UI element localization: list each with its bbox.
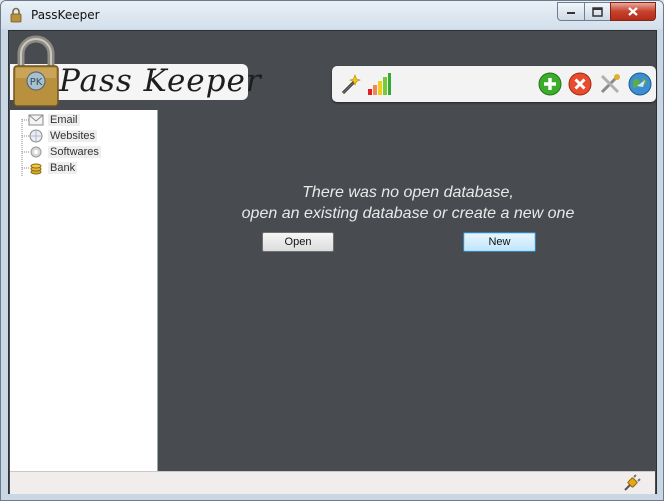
minimize-button[interactable] [557,2,585,21]
maximize-button[interactable] [584,2,611,21]
minimize-icon [567,11,575,14]
maximize-icon [592,6,603,17]
padlock-icon [10,7,22,23]
message-line-1: There was no open database, [302,184,514,201]
tree-item-label: Bank [48,162,78,174]
close-button[interactable] [610,2,656,21]
magic-wand-icon[interactable] [338,72,362,96]
svg-text:PK: PK [30,77,43,88]
close-icon [628,7,638,16]
category-tree[interactable]: Email Websites Softwares Bank [10,110,158,471]
padlock-icon: PK [13,35,59,107]
delete-icon[interactable] [568,72,592,96]
tree-item-softwares[interactable]: Softwares [28,144,101,160]
bank-icon [30,163,42,175]
title-bar[interactable]: PassKeeper [1,1,663,29]
no-database-message: There was no open database, open an exis… [158,182,658,224]
tree-item-websites[interactable]: Websites [28,128,98,144]
websites-icon [29,129,43,143]
status-bar [10,471,655,494]
tree-item-bank[interactable]: Bank [28,160,78,176]
app-logo-text: Pass Keeper [59,63,262,99]
toolbar [332,66,656,102]
tree-item-label: Softwares [48,146,101,158]
softwares-icon [30,146,42,158]
window-title: PassKeeper [31,8,100,22]
tree-item-email[interactable]: Email [28,112,80,128]
email-icon [28,114,44,126]
signal-bars-icon[interactable] [367,72,391,96]
app-window: PassKeeper PK Pass Keeper Email Websites… [0,0,664,501]
settings-icon[interactable] [598,72,622,96]
add-icon[interactable] [538,72,562,96]
tree-item-label: Email [48,114,80,126]
new-button[interactable]: New [463,232,536,252]
message-line-2: open an existing database or create a ne… [241,205,575,222]
tree-item-label: Websites [48,130,98,142]
plug-icon [624,474,641,491]
globe-icon[interactable] [628,72,652,96]
open-button[interactable]: Open [262,232,334,252]
